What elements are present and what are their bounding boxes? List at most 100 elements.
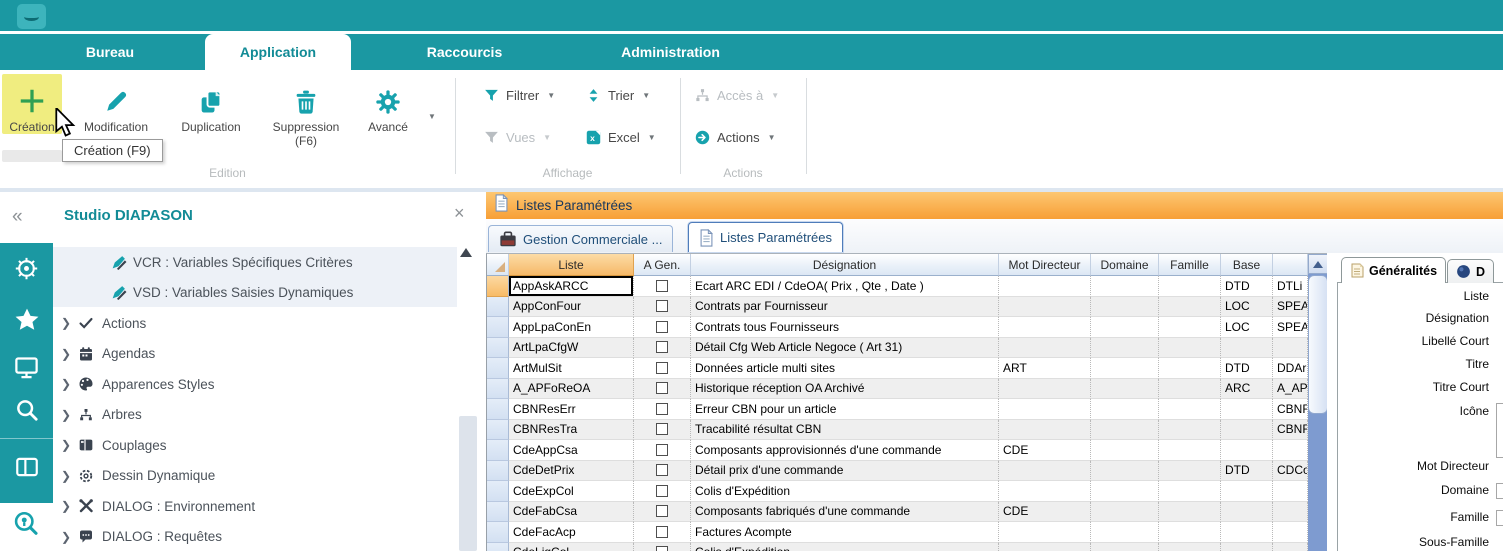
row-gutter[interactable] (487, 481, 509, 502)
cell-agen[interactable] (634, 358, 691, 379)
rail-item-star[interactable] (0, 298, 53, 342)
table-row[interactable]: CBNResErrErreur CBN pour un articleCBNR (487, 399, 1327, 420)
cell-agen[interactable] (634, 461, 691, 482)
cell-base[interactable] (1221, 399, 1273, 420)
row-gutter[interactable] (487, 420, 509, 441)
grid-column-header[interactable]: Désignation (691, 254, 999, 276)
cell-liste[interactable]: CdeDetPrix (509, 461, 634, 482)
cell-base[interactable] (1221, 481, 1273, 502)
tree-item[interactable]: ❯Actions (53, 308, 457, 338)
chevron-right-icon[interactable]: ❯ (61, 316, 75, 330)
cell-extra[interactable] (1273, 522, 1308, 543)
cell-agen[interactable] (634, 276, 691, 297)
cell-designation[interactable]: Données article multi sites (691, 358, 999, 379)
cell-agen[interactable] (634, 379, 691, 400)
chevron-right-icon[interactable]: ❯ (61, 438, 75, 452)
grid-column-header[interactable]: Base (1221, 254, 1273, 276)
agen-checkbox[interactable] (656, 444, 668, 456)
tree-item-selected[interactable]: VCR : Variables Spécifiques Critères (53, 247, 457, 277)
cell-agen[interactable] (634, 297, 691, 318)
table-row[interactable]: A_APFoReOAHistorique réception OA Archiv… (487, 379, 1327, 400)
cell-famille[interactable] (1159, 276, 1221, 297)
chevron-right-icon[interactable]: ❯ (61, 499, 75, 513)
cell-domaine[interactable] (1091, 440, 1159, 461)
cell-domaine[interactable] (1091, 420, 1159, 441)
agen-checkbox[interactable] (656, 423, 668, 435)
cell-liste[interactable]: CdeFabCsa (509, 502, 634, 523)
cell-agen[interactable] (634, 338, 691, 359)
ribbon-tab-application[interactable]: Application (205, 34, 351, 70)
suppression-button[interactable]: Suppression(F6) (258, 74, 354, 148)
cell-base[interactable] (1221, 543, 1273, 551)
row-gutter[interactable] (487, 440, 509, 461)
icone-input[interactable] (1496, 403, 1503, 458)
cell-famille[interactable] (1159, 399, 1221, 420)
cell-domaine[interactable] (1091, 522, 1159, 543)
agen-checkbox[interactable] (656, 403, 668, 415)
tree-item[interactable]: ❯Couplages (53, 430, 457, 460)
detail-tab[interactable]: Généralités (1341, 257, 1446, 283)
cell-base[interactable] (1221, 420, 1273, 441)
cell-domaine[interactable] (1091, 379, 1159, 400)
table-row[interactable]: CdeLigCol Colis d'Expédition (487, 543, 1327, 551)
agen-checkbox[interactable] (656, 464, 668, 476)
domaine-input[interactable] (1496, 483, 1503, 499)
grid-column-header[interactable]: Famille (1159, 254, 1221, 276)
cell-designation[interactable]: Contrats par Fournisseur (691, 297, 999, 318)
cell-designation[interactable]: Colis d'Expédition (691, 543, 999, 551)
ribbon-tab-raccourcis[interactable]: Raccourcis (386, 34, 543, 70)
cell-domaine[interactable] (1091, 399, 1159, 420)
cell-mot[interactable] (999, 276, 1091, 297)
cell-designation[interactable]: Erreur CBN pour un article (691, 399, 999, 420)
cell-base[interactable] (1221, 338, 1273, 359)
cell-designation[interactable]: Composants fabriqués d'une commande (691, 502, 999, 523)
cell-mot[interactable]: CDE (999, 502, 1091, 523)
row-gutter[interactable] (487, 297, 509, 318)
cell-famille[interactable] (1159, 481, 1221, 502)
document-tab[interactable]: Listes Paramétrées (688, 222, 843, 252)
grid-column-header[interactable]: Domaine (1091, 254, 1159, 276)
cell-designation[interactable]: Contrats tous Fournisseurs (691, 317, 999, 338)
cell-agen[interactable] (634, 522, 691, 543)
cell-famille[interactable] (1159, 461, 1221, 482)
grid-scrollbar-thumb[interactable] (1308, 275, 1327, 414)
row-gutter[interactable] (487, 543, 509, 551)
chevron-right-icon[interactable]: ❯ (61, 347, 75, 361)
grid-column-header[interactable] (1273, 254, 1308, 276)
agen-checkbox[interactable] (656, 300, 668, 312)
row-gutter[interactable] (487, 317, 509, 338)
table-row[interactable]: AppConFourContrats par FournisseurLOCSPE… (487, 297, 1327, 318)
tree-item-selected[interactable]: VSD : Variables Saisies Dynamiques (53, 277, 457, 307)
agen-checkbox[interactable] (656, 546, 668, 551)
cell-base[interactable] (1221, 502, 1273, 523)
cell-mot[interactable] (999, 379, 1091, 400)
excel-button[interactable]: xExcel▼ (585, 129, 656, 146)
row-gutter[interactable] (487, 502, 509, 523)
agen-checkbox[interactable] (656, 362, 668, 374)
sidebar-close-icon[interactable]: × (454, 203, 465, 224)
cell-base[interactable]: DTD (1221, 276, 1273, 297)
rail-item-split-panel[interactable] (0, 445, 53, 489)
cell-agen[interactable] (634, 440, 691, 461)
agen-checkbox[interactable] (656, 280, 668, 292)
cell-domaine[interactable] (1091, 297, 1159, 318)
cell-liste[interactable]: AppAskARCC (509, 276, 634, 297)
cell-famille[interactable] (1159, 543, 1221, 551)
cell-domaine[interactable] (1091, 543, 1159, 551)
cell-base[interactable]: LOC (1221, 317, 1273, 338)
cell-extra[interactable]: CBNR (1273, 420, 1308, 441)
table-row[interactable]: AppAskARCC Ecart ARC EDI / CdeOA( Prix , … (487, 276, 1327, 297)
vues-button[interactable]: Vues▼ (483, 129, 551, 146)
cell-designation[interactable]: Historique réception OA Archivé (691, 379, 999, 400)
table-row[interactable]: ArtMulSitDonnées article multi sitesARTD… (487, 358, 1327, 379)
cell-liste[interactable]: CdeLigCol (509, 543, 634, 551)
cell-designation[interactable]: Détail prix d'une commande (691, 461, 999, 482)
agen-checkbox[interactable] (656, 526, 668, 538)
cell-agen[interactable] (634, 420, 691, 441)
chevron-right-icon[interactable]: ❯ (61, 377, 75, 391)
cell-mot[interactable]: CDE (999, 440, 1091, 461)
cell-mot[interactable] (999, 481, 1091, 502)
avancé-button[interactable]: Avancé (356, 74, 420, 134)
cell-designation[interactable]: Détail Cfg Web Article Negoce ( Art 31) (691, 338, 999, 359)
cell-designation[interactable]: Ecart ARC EDI / CdeOA( Prix , Qte , Date… (691, 276, 999, 297)
